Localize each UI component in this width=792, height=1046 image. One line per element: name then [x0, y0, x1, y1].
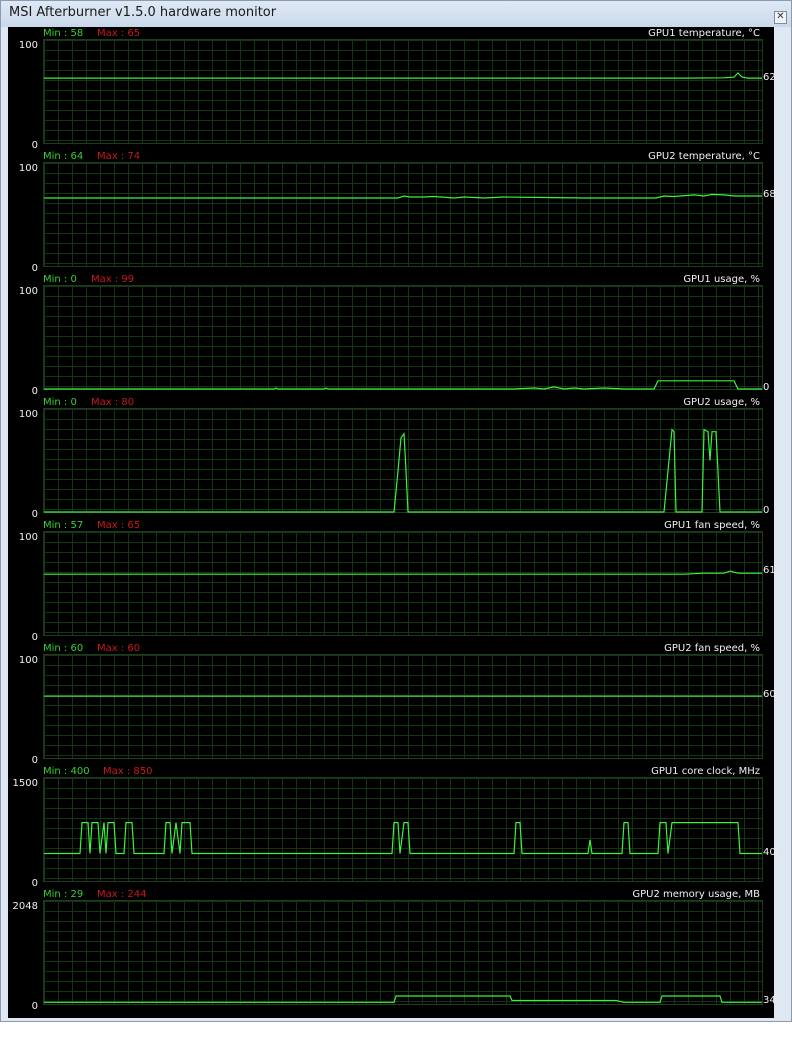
graph-title: GPU2 memory usage, MB	[632, 889, 760, 900]
max-label: Max : 65	[97, 28, 141, 39]
graph-5: Min : 60 Max : 60 GPU2 fan speed, % 100 0 60	[8, 642, 776, 766]
max-label: Max : 99	[91, 274, 135, 285]
y-axis-max-label: 1500	[12, 778, 38, 789]
plot-area	[43, 285, 763, 390]
graph-title: GPU1 usage, %	[683, 274, 760, 285]
graph-title: GPU1 fan speed, %	[664, 520, 760, 531]
graph-3: Min : 0 Max : 80 GPU2 usage, % 100 0 0	[8, 396, 774, 520]
series-line	[44, 193, 762, 199]
line-chart	[44, 570, 762, 575]
window-title: MSI Afterburner v1.5.0 hardware monitor	[9, 5, 277, 20]
max-label: Max : 850	[103, 766, 153, 777]
graph-7: Min : 29 Max : 244 GPU2 memory usage, MB 20…	[8, 888, 776, 1012]
scrollbar[interactable]	[777, 27, 789, 1018]
current-value-label: 60	[763, 689, 776, 701]
series-line	[44, 995, 762, 1003]
series-line	[44, 380, 762, 390]
y-axis-max-label: 2048	[12, 901, 38, 912]
line-chart	[44, 380, 762, 390]
y-axis-max-label: 100	[18, 286, 38, 297]
y-axis-max-label: 100	[18, 532, 38, 543]
graph-panel: Min : 58 Max : 65 GPU1 temperature, °C 100 0…	[8, 27, 783, 1018]
min-label: Min : 58	[43, 28, 84, 39]
plot-area	[43, 39, 763, 144]
graph-title: GPU1 temperature, °C	[648, 28, 760, 39]
min-label: Min : 60	[43, 643, 84, 654]
max-label: Max : 60	[97, 643, 141, 654]
min-label: Min : 29	[43, 889, 84, 900]
series-line	[44, 72, 762, 79]
line-chart	[44, 695, 762, 697]
graph-2: Min : 0 Max : 99 GPU1 usage, % 100 0 0	[8, 273, 774, 397]
max-label: Max : 80	[91, 397, 135, 408]
y-axis-max-label: 100	[18, 40, 38, 51]
current-value-label: 68	[763, 189, 776, 200]
graph-title: GPU2 fan speed, %	[664, 643, 760, 654]
current-value-label: 34	[763, 995, 776, 1007]
line-chart	[44, 193, 762, 199]
min-label: Min : 0	[43, 274, 77, 285]
graph-title: GPU2 usage, %	[683, 397, 760, 408]
line-chart	[44, 72, 762, 79]
line-chart	[44, 995, 762, 1003]
series-line	[44, 821, 762, 855]
graph-6: Min : 400 Max : 850 GPU1 core clock, MHz 15…	[8, 765, 783, 889]
current-value-label: 0	[763, 505, 770, 516]
plot-area	[43, 162, 763, 267]
plot-area	[43, 408, 763, 513]
line-chart	[44, 821, 762, 855]
min-label: Min : 64	[43, 151, 84, 162]
graph-1: Min : 64 Max : 74 GPU2 temperature, °C 100 0…	[8, 150, 776, 274]
plot-area	[43, 777, 763, 882]
plot-area	[43, 531, 763, 636]
max-label: Max : 74	[97, 151, 141, 162]
y-axis-max-label: 100	[18, 409, 38, 420]
series-line	[44, 570, 762, 575]
close-icon[interactable]: ✕	[774, 11, 787, 24]
y-axis-min-label: 0	[31, 1001, 38, 1012]
line-chart	[44, 428, 762, 513]
current-value-label: 61	[763, 565, 776, 577]
series-line	[44, 428, 762, 513]
graph-0: Min : 58 Max : 65 GPU1 temperature, °C 100 0…	[8, 27, 776, 151]
hardware-monitor-window: MSI Afterburner v1.5.0 hardware monitor …	[0, 0, 792, 1022]
plot-area	[43, 654, 763, 759]
max-label: Max : 65	[97, 520, 141, 531]
current-value-label: 62	[763, 72, 776, 84]
graph-title: GPU2 temperature, °C	[648, 151, 760, 162]
min-label: Min : 0	[43, 397, 77, 408]
title-bar[interactable]: MSI Afterburner v1.5.0 hardware monitor …	[1, 1, 791, 27]
y-axis-max-label: 100	[18, 655, 38, 666]
min-label: Min : 57	[43, 520, 84, 531]
graph-title: GPU1 core clock, MHz	[651, 766, 760, 777]
graph-4: Min : 57 Max : 65 GPU1 fan speed, % 100 0 61	[8, 519, 776, 643]
plot-area	[43, 900, 763, 1005]
current-value-label: 0	[763, 382, 770, 393]
y-axis-max-label: 100	[18, 163, 38, 174]
min-label: Min : 400	[43, 766, 90, 777]
max-label: Max : 244	[97, 889, 147, 900]
